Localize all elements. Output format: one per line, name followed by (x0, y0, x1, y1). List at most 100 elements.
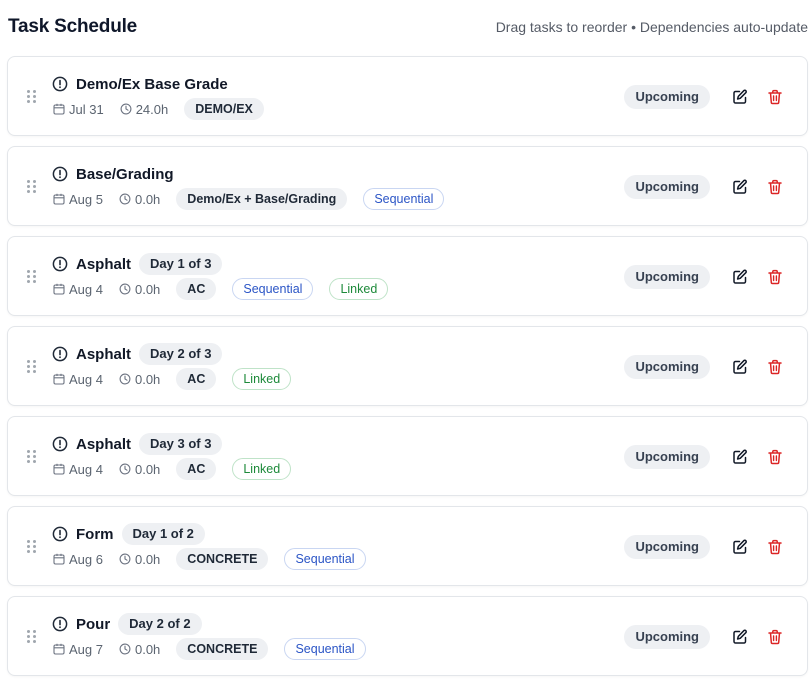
crew-badge: CONCRETE (176, 548, 269, 570)
status-badge: Upcoming (624, 445, 710, 469)
status-badge: Upcoming (624, 535, 710, 559)
trash-icon (768, 629, 782, 645)
calendar-icon (53, 193, 65, 205)
task-card[interactable]: Asphalt Day 3 of 3 Aug 4 0.0h AC Linked … (7, 416, 808, 496)
task-date: Aug 6 (53, 552, 103, 567)
crew-badge: AC (176, 458, 217, 480)
task-date: Aug 4 (53, 462, 103, 477)
task-card[interactable]: Demo/Ex Base Grade Jul 31 24.0h DEMO/EX … (7, 56, 808, 136)
drag-handle-icon[interactable] (27, 450, 37, 464)
alert-circle-icon (52, 526, 68, 542)
day-badge: Day 1 of 3 (139, 253, 223, 275)
task-hours: 0.0h (119, 372, 160, 387)
status-badge: Upcoming (624, 265, 710, 289)
edit-button[interactable] (730, 447, 750, 467)
crew-badge: Demo/Ex + Base/Grading (176, 188, 348, 210)
task-name: Asphalt (76, 435, 132, 453)
clock-icon (119, 373, 131, 385)
task-hours: 24.0h (120, 102, 168, 117)
drag-handle-icon[interactable] (27, 90, 37, 104)
task-name: Form (76, 525, 114, 543)
delete-button[interactable] (765, 267, 785, 287)
status-badge: Upcoming (624, 175, 710, 199)
edit-button[interactable] (730, 177, 750, 197)
edit-icon (733, 359, 747, 374)
delete-button[interactable] (765, 627, 785, 647)
task-card[interactable]: Asphalt Day 1 of 3 Aug 4 0.0h AC Sequent… (7, 236, 808, 316)
task-hours: 0.0h (119, 552, 160, 567)
edit-icon (733, 179, 747, 194)
delete-button[interactable] (765, 87, 785, 107)
edit-button[interactable] (730, 267, 750, 287)
task-name: Base/Grading (76, 165, 174, 183)
clock-icon (119, 283, 131, 295)
task-hours: 0.0h (119, 642, 160, 657)
clock-icon (119, 643, 131, 655)
header: Task Schedule Drag tasks to reorder • De… (8, 14, 808, 40)
drag-handle-icon[interactable] (27, 360, 37, 374)
alert-circle-icon (52, 346, 68, 362)
calendar-icon (53, 643, 65, 655)
delete-button[interactable] (765, 357, 785, 377)
trash-icon (768, 269, 782, 285)
task-name: Pour (76, 615, 111, 633)
status-badge: Upcoming (624, 355, 710, 379)
drag-handle-icon[interactable] (27, 270, 37, 284)
edit-button[interactable] (730, 357, 750, 377)
crew-badge: CONCRETE (176, 638, 269, 660)
crew-badge: AC (176, 368, 217, 390)
trash-icon (768, 449, 782, 465)
linked-badge: Linked (232, 368, 292, 390)
clock-icon (119, 193, 131, 205)
calendar-icon (53, 373, 65, 385)
clock-icon (120, 103, 132, 115)
task-list: Demo/Ex Base Grade Jul 31 24.0h DEMO/EX … (7, 56, 808, 686)
day-badge: Day 1 of 2 (121, 523, 205, 545)
crew-badge: DEMO/EX (184, 98, 264, 120)
edit-button[interactable] (730, 627, 750, 647)
linked-badge: Linked (329, 278, 389, 300)
clock-icon (119, 553, 131, 565)
edit-button[interactable] (730, 537, 750, 557)
trash-icon (768, 359, 782, 375)
task-name: Asphalt (76, 255, 132, 273)
task-card[interactable]: Asphalt Day 2 of 3 Aug 4 0.0h AC Linked … (7, 326, 808, 406)
task-date: Jul 31 (53, 102, 104, 117)
drag-handle-icon[interactable] (27, 180, 37, 194)
task-card[interactable]: Pour Day 2 of 2 Aug 7 0.0h CONCRETE Sequ… (7, 596, 808, 676)
drag-handle-icon[interactable] (27, 630, 37, 644)
day-badge: Day 2 of 3 (139, 343, 223, 365)
task-hours: 0.0h (119, 462, 160, 477)
delete-button[interactable] (765, 447, 785, 467)
task-date: Aug 5 (53, 192, 103, 207)
clock-icon (119, 463, 131, 475)
sequential-badge: Sequential (284, 638, 366, 660)
drag-handle-icon[interactable] (27, 540, 37, 554)
task-card[interactable]: Base/Grading Aug 5 0.0h Demo/Ex + Base/G… (7, 146, 808, 226)
alert-circle-icon (52, 256, 68, 272)
alert-circle-icon (52, 616, 68, 632)
delete-button[interactable] (765, 177, 785, 197)
reorder-hint: Drag tasks to reorder • Dependencies aut… (495, 19, 808, 35)
task-date: Aug 4 (53, 282, 103, 297)
task-date: Aug 7 (53, 642, 103, 657)
edit-icon (733, 269, 747, 284)
task-date: Aug 4 (53, 372, 103, 387)
status-badge: Upcoming (624, 85, 710, 109)
task-schedule-page: Task Schedule Drag tasks to reorder • De… (0, 0, 812, 691)
task-hours: 0.0h (119, 282, 160, 297)
alert-circle-icon (52, 76, 68, 92)
delete-button[interactable] (765, 537, 785, 557)
crew-badge: AC (176, 278, 217, 300)
linked-badge: Linked (232, 458, 292, 480)
calendar-icon (53, 103, 65, 115)
calendar-icon (53, 553, 65, 565)
sequential-badge: Sequential (363, 188, 445, 210)
status-badge: Upcoming (624, 625, 710, 649)
edit-button[interactable] (730, 87, 750, 107)
calendar-icon (53, 283, 65, 295)
day-badge: Day 2 of 2 (118, 613, 202, 635)
page-title: Task Schedule (8, 16, 138, 37)
edit-icon (733, 629, 747, 644)
task-card[interactable]: Form Day 1 of 2 Aug 6 0.0h CONCRETE Sequ… (7, 506, 808, 586)
